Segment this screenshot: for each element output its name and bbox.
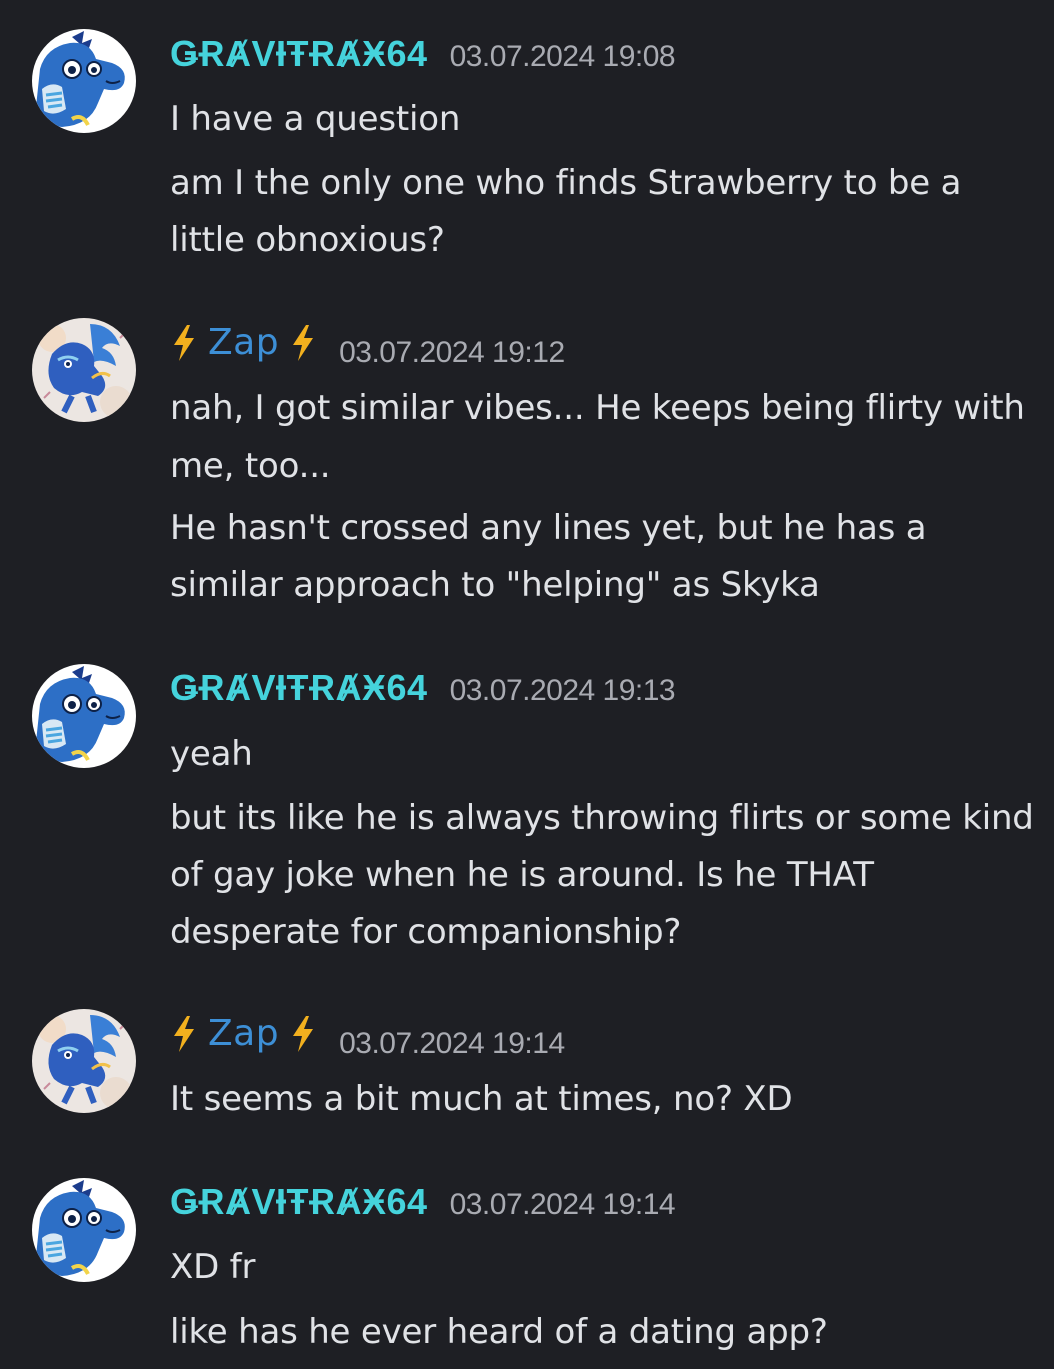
message-line: like has he ever heard of a dating app? (170, 1312, 828, 1352)
author-name[interactable]: Zap (170, 1013, 317, 1054)
lightning-bolt-icon (170, 324, 198, 362)
message-line: It seems a bit much at times, no? XD (170, 1079, 793, 1119)
message-header: ǤɌȺVƗŦɌȺӾ64 03.07.2024 19:14 (170, 1181, 676, 1241)
lightning-bolt-icon (170, 1015, 198, 1053)
message-header: ǤɌȺVƗŦɌȺӾ64 03.07.2024 19:08 (170, 33, 676, 93)
message-line: but its like he is always throwing flirt… (170, 798, 1034, 838)
message-line: He hasn't crossed any lines yet, but he … (170, 508, 927, 548)
timestamp: 03.07.2024 19:14 (339, 1026, 565, 1060)
author-name[interactable]: Zap (170, 322, 317, 363)
avatar[interactable] (32, 664, 136, 768)
blue-dragon-avatar-icon (32, 1178, 136, 1282)
lightning-bolt-icon (289, 1015, 317, 1053)
message-header: Zap 03.07.2024 19:14 (170, 1013, 565, 1073)
avatar[interactable] (32, 1178, 136, 1282)
message-line: nah, I got similar vibes... He keeps bei… (170, 388, 1025, 428)
message-line: me, too... (170, 446, 331, 486)
timestamp: 03.07.2024 19:08 (449, 40, 676, 73)
blue-dragon-avatar-icon (32, 29, 136, 133)
zap-dragon-avatar-icon (32, 1009, 136, 1113)
blue-dragon-avatar-icon (32, 664, 136, 768)
author-name-text: Zap (208, 322, 280, 363)
message-line: yeah (170, 734, 253, 774)
timestamp: 03.07.2024 19:13 (449, 674, 676, 707)
message-header: ǤɌȺVƗŦɌȺӾ64 03.07.2024 19:13 (170, 667, 676, 727)
author-name-text: Zap (208, 1013, 280, 1054)
avatar[interactable] (32, 1009, 136, 1113)
message-line: similar approach to "helping" as Skyka (170, 565, 820, 605)
avatar[interactable] (32, 29, 136, 133)
avatar[interactable] (32, 318, 136, 422)
message-line: of gay joke when he is around. Is he THA… (170, 855, 874, 895)
author-name[interactable]: ǤɌȺVƗŦɌȺӾ64 (170, 1181, 428, 1223)
author-name[interactable]: ǤɌȺVƗŦɌȺӾ64 (170, 667, 428, 709)
zap-dragon-avatar-icon (32, 318, 136, 422)
message-line: XD fr (170, 1247, 256, 1287)
message-header: Zap 03.07.2024 19:12 (170, 322, 565, 382)
message-line: am I the only one who finds Strawberry t… (170, 163, 962, 203)
timestamp: 03.07.2024 19:12 (339, 335, 565, 369)
message-line: desperate for companionship? (170, 912, 682, 952)
timestamp: 03.07.2024 19:14 (449, 1188, 676, 1221)
author-name[interactable]: ǤɌȺVƗŦɌȺӾ64 (170, 33, 428, 75)
message-line: I have a question (170, 99, 461, 139)
message-line: little obnoxious? (170, 220, 445, 260)
lightning-bolt-icon (289, 324, 317, 362)
